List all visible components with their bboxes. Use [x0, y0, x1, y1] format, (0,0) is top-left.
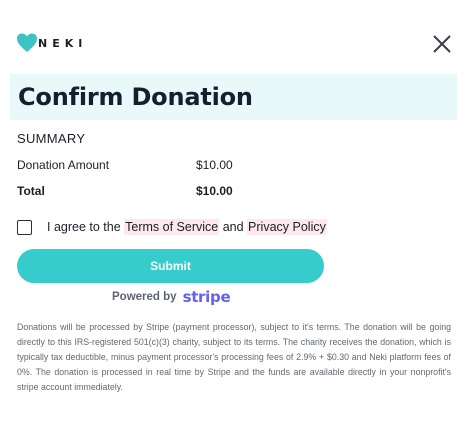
powered-by-stripe: Powered by stripe	[112, 288, 231, 306]
agreement-conjunction: and	[219, 220, 248, 234]
dialog-title: Confirm Donation	[18, 83, 253, 111]
stripe-logo: stripe	[182, 288, 231, 306]
donation-amount-label: Donation Amount	[17, 158, 110, 172]
logo-text: NEKI	[38, 36, 88, 50]
agreement-prefix: I agree to the	[47, 220, 125, 234]
neki-logo: NEKI	[16, 32, 87, 54]
privacy-policy-link[interactable]: Privacy Policy	[247, 219, 327, 235]
agreement-text: I agree to the Terms of Service and Priv…	[47, 219, 327, 235]
heart-icon	[16, 32, 38, 54]
title-band: Confirm Donation	[10, 74, 457, 120]
donation-amount-value: $10.00	[196, 158, 233, 172]
agreement-row: I agree to the Terms of Service and Priv…	[17, 217, 327, 237]
total-label: Total	[17, 184, 45, 198]
summary-heading: SUMMARY	[17, 131, 86, 146]
terms-of-service-link[interactable]: Terms of Service	[124, 219, 220, 235]
submit-button[interactable]: Submit	[17, 249, 324, 283]
total-value: $10.00	[196, 184, 233, 198]
close-icon[interactable]	[432, 34, 452, 54]
powered-by-label: Powered by	[112, 291, 177, 303]
close-button[interactable]	[428, 30, 456, 58]
disclaimer-text: Donations will be processed by Stripe (p…	[17, 322, 451, 392]
agree-checkbox[interactable]	[17, 219, 32, 235]
dialog-header: NEKI	[0, 0, 472, 72]
